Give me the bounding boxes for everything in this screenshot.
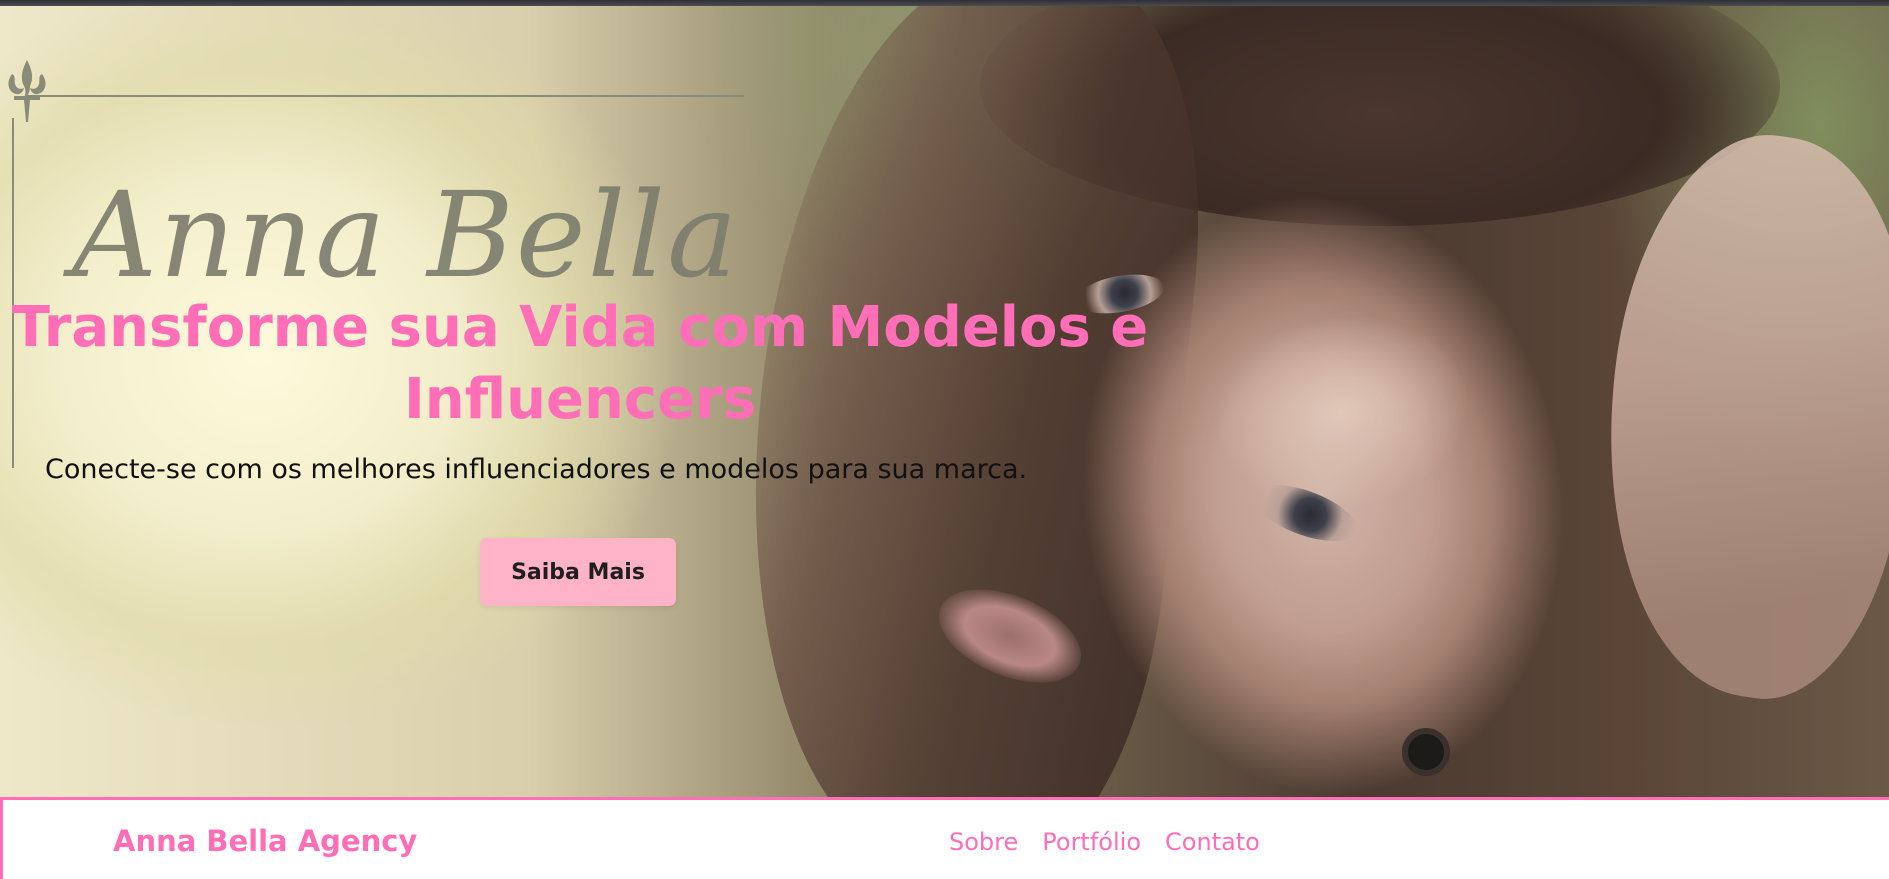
hero-photo-earring [1402,728,1450,776]
hero-subtitle: Conecte-se com os melhores influenciador… [45,454,1028,485]
nav-link-sobre[interactable]: Sobre [949,828,1018,856]
site-navbar: Anna Bella Agency Sobre Portfólio Contat… [0,797,1889,879]
fleur-de-lis-icon [8,60,46,122]
brand-name[interactable]: Anna Bella Agency [113,824,417,858]
nav-link-portfolio[interactable]: Portfólio [1042,828,1141,856]
logo-divider-line [26,95,744,97]
hero-section: Anna Bella Transforme sua Vida com Model… [0,6,1889,797]
hero-logo-script: Anna Bella [72,166,740,304]
hero-title: Transforme sua Vida com Modelos e Influe… [11,295,1149,432]
nav-link-contato[interactable]: Contato [1165,828,1260,856]
saiba-mais-button[interactable]: Saiba Mais [480,538,676,606]
nav-links: Sobre Portfólio Contato [949,828,1260,856]
hero-photo-hand [1572,117,1889,715]
